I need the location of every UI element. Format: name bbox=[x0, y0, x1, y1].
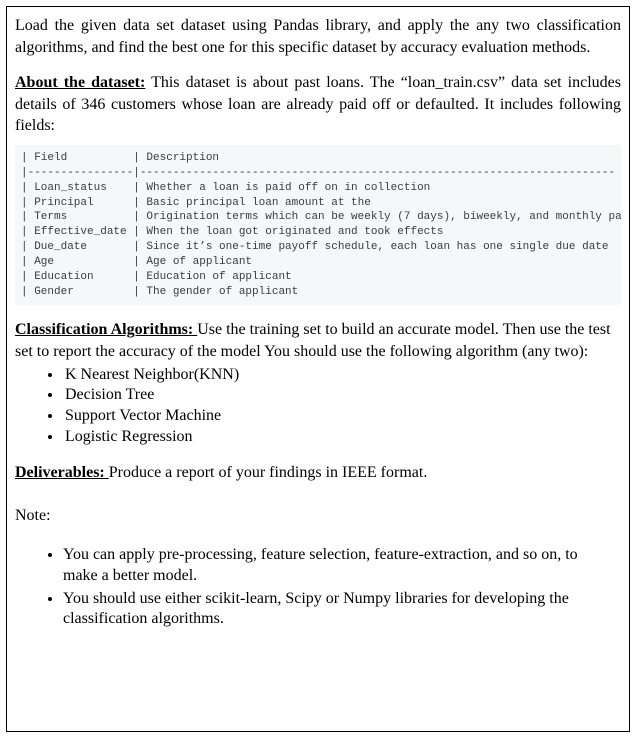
note-label: Note: bbox=[15, 505, 621, 527]
algorithm-item: Decision Tree bbox=[63, 385, 621, 406]
note-list: You can apply pre-processing, feature se… bbox=[63, 545, 621, 630]
algorithm-item: K Nearest Neighbor(KNN) bbox=[63, 365, 621, 386]
algorithm-item: Support Vector Machine bbox=[63, 406, 621, 427]
deliverables-paragraph: Deliverables: Produce a report of your f… bbox=[15, 462, 621, 484]
about-heading: About the dataset: bbox=[15, 74, 145, 91]
deliverables-body: Produce a report of your findings in IEE… bbox=[109, 464, 428, 481]
algorithms-list: K Nearest Neighbor(KNN)Decision TreeSupp… bbox=[63, 365, 621, 448]
fields-table: | Field | Description | |---------------… bbox=[15, 145, 621, 305]
note-item: You should use either scikit-learn, Scip… bbox=[63, 589, 621, 631]
algorithms-paragraph: Classification Algorithms: Use the train… bbox=[15, 319, 621, 362]
algorithms-heading: Classification Algorithms: bbox=[15, 321, 197, 338]
note-item: You can apply pre-processing, feature se… bbox=[63, 545, 621, 587]
intro-paragraph: Load the given data set dataset using Pa… bbox=[15, 15, 621, 58]
document-page: Load the given data set dataset using Pa… bbox=[6, 6, 630, 732]
about-paragraph: About the dataset: This dataset is about… bbox=[15, 72, 621, 137]
algorithm-item: Logistic Regression bbox=[63, 427, 621, 448]
deliverables-heading: Deliverables: bbox=[15, 464, 109, 481]
